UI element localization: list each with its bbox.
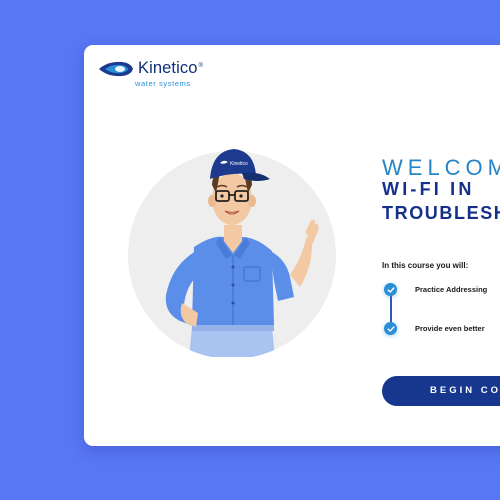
welcome-card: Kinetico® water systems Kinetico WELCO W… (84, 45, 500, 446)
kinetico-logo-mark-icon (99, 61, 133, 77)
welcome-heading: WELCOME (382, 155, 500, 180)
brand-trademark: ® (198, 62, 204, 69)
check-icon (384, 322, 397, 335)
course-title-line2: TROUBLESH (382, 203, 500, 223)
begin-course-button[interactable]: BEGIN CO (382, 376, 500, 406)
course-intro: In this course you will: (382, 261, 469, 270)
check-icon (384, 283, 397, 296)
brand-name: Kinetico (138, 59, 198, 77)
kinetico-logo: Kinetico® water systems (98, 59, 228, 89)
brand-tagline: water systems (135, 79, 191, 88)
technician-illustration: Kinetico (128, 149, 336, 357)
course-objectives: Practice Addressing Provide even better (384, 283, 500, 343)
course-title-line1: WI-FI IN (382, 179, 475, 199)
objective-item: Provide even better (415, 324, 485, 333)
cap-logo-text: Kinetico (230, 161, 248, 167)
objective-item: Practice Addressing (415, 285, 488, 294)
